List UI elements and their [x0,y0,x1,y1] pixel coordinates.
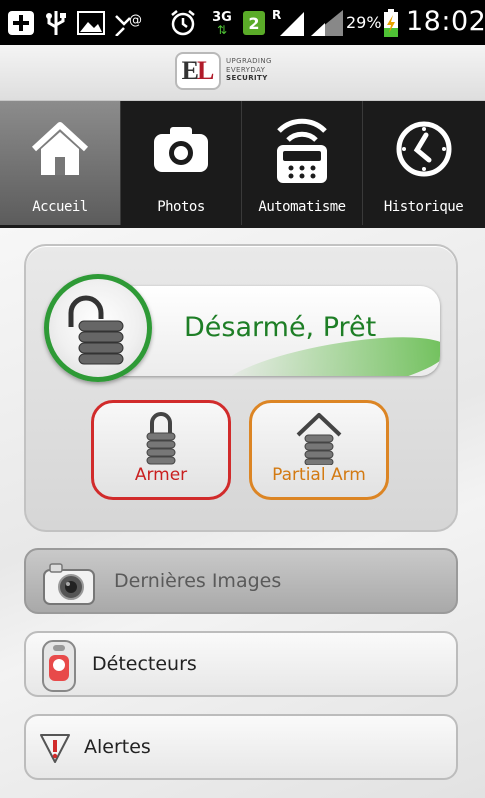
tab-automatisme[interactable]: Automatisme [242,101,363,225]
status-bar: @ 3G ⇅ 2 R 29% 18:02 [0,0,485,45]
tab-photos[interactable]: Photos [121,101,242,225]
notification-badge: 2 [242,8,266,38]
svg-text:@: @ [129,13,142,28]
network-type-indicator: 3G ⇅ [212,9,232,37]
arm-button[interactable]: Armer [91,400,231,500]
automation-icon [271,113,333,185]
partial-arm-button[interactable]: Partial Arm [249,400,389,500]
latest-images-row[interactable]: Dernières Images [24,548,458,614]
unlocked-padlock-badge [44,274,152,382]
alarm-clock-icon [168,8,198,38]
alerts-row[interactable]: Alertes [24,714,458,780]
clock-icon [395,113,453,185]
missed-call-icon: @ [112,8,146,38]
add-notification-icon [6,8,36,38]
logo-header: EL UPGRADING EVERYDAY SECURITY [0,45,485,101]
signal-strength-icon [309,8,345,38]
usb-icon [44,8,68,38]
clock: 18:02 [406,6,485,37]
signal-roaming-icon: R [272,8,306,38]
house-lock-icon [295,411,343,469]
unlocked-padlock-icon [68,295,124,365]
battery-charging-icon [382,8,400,38]
battery-percent: 29% [346,13,382,32]
padlock-icon [143,411,179,469]
home-icon [28,113,92,185]
alert-icon [38,732,72,768]
data-arrows-icon: ⇅ [216,22,228,37]
detectors-row[interactable]: Détecteurs [24,631,458,697]
main-nav: Accueil Photos Automatisme Historique [0,101,485,329]
tab-accueil[interactable]: Accueil [0,101,121,225]
alarm-state-text: Désarmé, Prêt [184,312,377,343]
brand-logo: EL [175,52,221,90]
image-notification-icon [76,8,106,38]
camera-icon [152,113,210,185]
detector-icon [40,639,78,697]
camera-icon [42,556,96,612]
tab-historique[interactable]: Historique [363,101,484,225]
brand-tagline: UPGRADING EVERYDAY SECURITY [226,57,272,82]
